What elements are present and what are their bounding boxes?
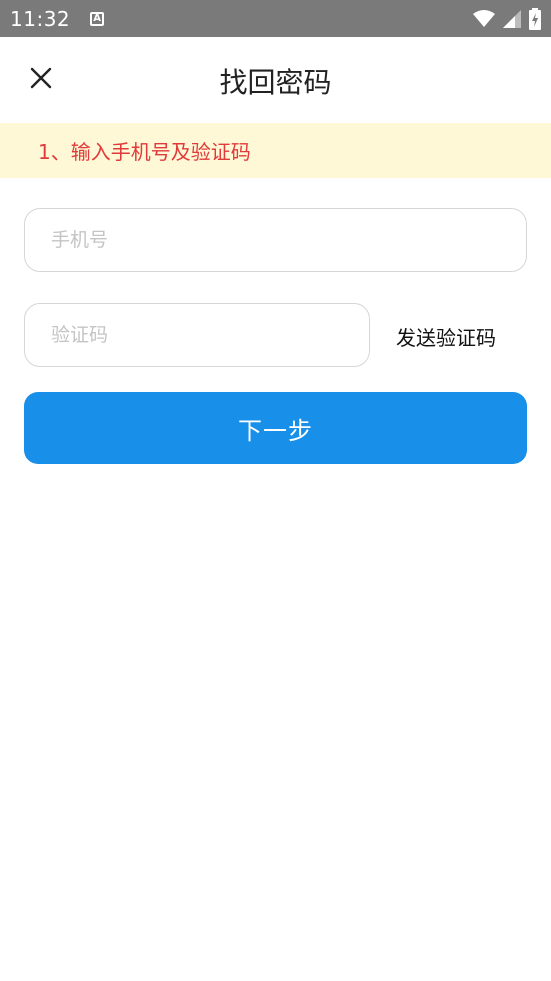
notification-a-icon: A <box>90 11 105 26</box>
step-text: 1、输入手机号及验证码 <box>38 140 251 164</box>
code-field <box>24 303 370 367</box>
verification-code-input[interactable] <box>25 304 369 366</box>
next-step-button[interactable]: 下一步 <box>24 392 527 464</box>
phone-input[interactable] <box>25 209 526 271</box>
signal-icon <box>503 9 521 28</box>
status-bar: 11:32 A <box>0 0 551 37</box>
wifi-icon <box>473 9 495 27</box>
status-icons <box>473 7 541 30</box>
battery-charging-icon <box>529 7 541 30</box>
phone-field <box>24 208 527 272</box>
status-time: 11:32 <box>10 6 71 31</box>
header: 找回密码 <box>0 37 551 123</box>
page-title: 找回密码 <box>219 66 332 99</box>
send-code-button[interactable]: 发送验证码 <box>396 322 496 351</box>
step-banner: 1、输入手机号及验证码 <box>0 123 551 178</box>
